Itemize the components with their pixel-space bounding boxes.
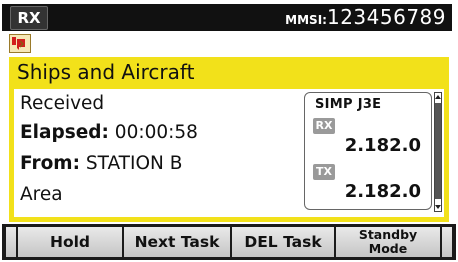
standby-mode-button[interactable]: Standby Mode [336,227,440,257]
softkey-right-edge [442,227,452,257]
scroll-up-arrow-icon[interactable] [435,93,441,101]
tx-badge: TX [313,164,335,180]
from-line: From: STATION B [20,152,182,176]
next-task-button[interactable]: Next Task [124,227,230,257]
del-task-button[interactable]: DEL Task [232,227,334,257]
task-detail: Received Elapsed: 00:00:58 From: STATION… [14,89,444,217]
panel-title: Ships and Aircraft [17,60,195,84]
radio-screen: RX MMSI:123456789 Ships and Aircraft Rec… [0,0,458,262]
mmsi-value: 123456789 [326,5,446,29]
from-label: From: [20,153,80,174]
mmsi-label: MMSI: [285,13,327,27]
softkey-left-edge [6,227,16,257]
alert-icon [9,34,31,53]
elapsed-value: 00:00:58 [114,122,198,143]
hold-button[interactable]: Hold [18,227,122,257]
scroll-down-arrow-icon[interactable] [435,203,441,211]
channel-mode: SIMP J3E [315,97,382,112]
mmsi-readout: MMSI:123456789 [285,4,446,31]
softkey-bar: Hold Next Task DEL Task Standby Mode [2,224,456,260]
elapsed-label: Elapsed: [20,122,109,143]
scroll-thumb[interactable] [435,103,441,199]
rx-mode-badge: RX [10,6,48,30]
from-value: STATION B [85,153,183,174]
status-bar: RX MMSI:123456789 [2,4,452,31]
scrollbar[interactable] [434,92,442,212]
area-line: Area [20,184,63,205]
standby-line-2: Mode [368,241,408,256]
rx-frequency: 2.182.0 [344,135,421,156]
tx-frequency: 2.182.0 [344,181,421,202]
channel-box: SIMP J3E RX 2.182.0 TX 2.182.0 [304,92,432,210]
rx-badge: RX [313,118,335,134]
task-panel: Ships and Aircraft Received Elapsed: 00:… [9,57,449,222]
received-line: Received [20,93,105,114]
standby-line-1: Standby [358,227,418,242]
elapsed-line: Elapsed: 00:00:58 [20,121,198,145]
